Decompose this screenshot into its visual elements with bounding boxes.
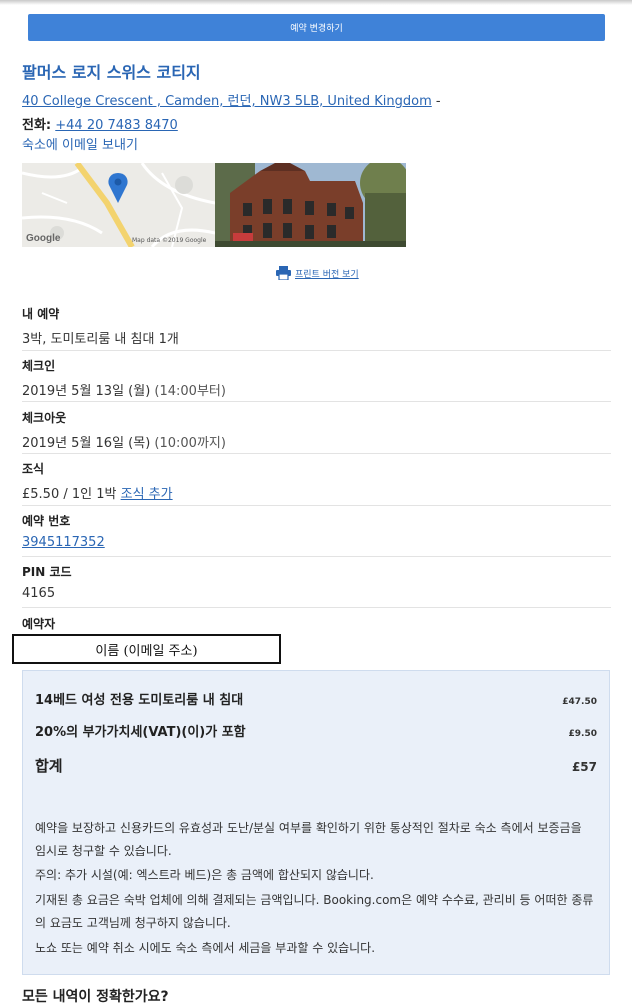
price-line: 14베드 여성 전용 도미토리룸 내 침대 £47.50: [35, 689, 597, 708]
location-map[interactable]: Google Map data ©2019 Google: [22, 163, 215, 247]
add-breakfast-link[interactable]: 조식 추가: [121, 487, 173, 502]
hotel-address: 40 College Crescent , Camden, 런던, NW3 5L…: [22, 90, 441, 109]
map-attribution: Map data ©2019 Google: [132, 237, 207, 244]
confirm-details-heading: 모든 내역이 정확한가요?: [22, 989, 169, 1005]
detail-label: 내 예약: [22, 307, 60, 321]
checkout-date: 2019년 5월 16일 (목): [22, 436, 151, 451]
extras-note: 주의: 추가 시설(예: 엑스트라 베드)은 총 금액에 합산되지 않습니다.: [35, 868, 374, 882]
detail-label: 예약 번호: [22, 514, 71, 528]
detail-my-booking: 내 예약 3박, 도미토리룸 내 침대 1개: [22, 305, 611, 351]
address-link[interactable]: 40 College Crescent , Camden, 런던, NW3 5L…: [22, 94, 432, 109]
total-amount: £57: [571, 760, 597, 774]
detail-value: 3945117352: [22, 535, 611, 550]
detail-value: 3박, 도미토리룸 내 침대 1개: [22, 332, 179, 347]
price-line: 20%의 부가가치세(VAT)(이)가 포함 £9.50: [35, 721, 597, 740]
price-line-label: 20%의 부가가치세(VAT)(이)가 포함: [35, 725, 246, 740]
detail-checkin: 체크인 2019년 5월 13일 (월) (14:00부터): [22, 357, 611, 402]
price-total: 합계 £57: [35, 755, 597, 776]
email-property-link[interactable]: 숙소에 이메일 보내기: [22, 134, 138, 153]
detail-value: £5.50 / 1인 1박 조식 추가: [22, 483, 611, 502]
detail-checkout: 체크아웃 2019년 5월 16일 (목) (10:00까지): [22, 409, 611, 454]
hotel-phone: 전화: +44 20 7483 8470: [22, 114, 178, 133]
address-suffix: -: [435, 94, 441, 109]
detail-value: 4165: [22, 586, 56, 601]
detail-booker: 예약자: [22, 615, 611, 633]
fees-note: 기재된 총 요금은 숙박 업체에 의해 결제되는 금액입니다. Booking.…: [35, 893, 594, 930]
print-version-label: 프린트 버전 보기: [295, 269, 359, 280]
detail-pin-code: PIN 코드 4165: [22, 563, 611, 608]
detail-value: 2019년 5월 13일 (월) (14:00부터): [22, 380, 611, 399]
price-line-amount: £47.50: [562, 697, 597, 707]
detail-breakfast: 조식 £5.50 / 1인 1박 조식 추가: [22, 460, 611, 506]
checkin-time: (14:00부터): [154, 384, 226, 399]
booking-number-link[interactable]: 3945117352: [22, 535, 105, 550]
detail-label: 예약자: [22, 617, 56, 631]
modify-booking-button[interactable]: 예약 변경하기: [28, 14, 605, 41]
total-label: 합계: [35, 757, 63, 775]
detail-booking-number: 예약 번호 3945117352: [22, 512, 611, 557]
top-shadow: [0, 0, 632, 5]
printer-icon: [276, 266, 291, 280]
detail-value: 2019년 5월 16일 (목) (10:00까지): [22, 432, 611, 451]
price-line-amount: £9.50: [568, 729, 597, 739]
detail-label: 조식: [22, 462, 45, 476]
phone-label: 전화:: [22, 118, 52, 133]
print-version-link[interactable]: 프린트 버전 보기: [276, 266, 359, 280]
phone-link[interactable]: +44 20 7483 8470: [55, 118, 178, 133]
detail-label: PIN 코드: [22, 565, 72, 579]
detail-label: 체크아웃: [22, 411, 67, 425]
hotel-name[interactable]: 팔머스 로지 스위스 코티지: [22, 59, 201, 83]
breakfast-price: £5.50 / 1인 1박: [22, 487, 117, 502]
checkin-date: 2019년 5월 13일 (월): [22, 384, 151, 399]
google-logo: Google: [26, 233, 61, 244]
deposit-note: 예약을 보장하고 신용카드의 유효성과 도난/분실 여부를 확인하기 위한 통상…: [35, 821, 582, 858]
hotel-photo[interactable]: [215, 163, 406, 247]
checkout-time: (10:00까지): [154, 436, 226, 451]
booker-name-redaction: 이름 (이메일 주소): [12, 634, 281, 664]
tax-note: 노쇼 또는 예약 취소 시에도 숙소 측에서 세금을 부과할 수 있습니다.: [35, 941, 376, 955]
price-line-label: 14베드 여성 전용 도미토리룸 내 침대: [35, 693, 244, 708]
price-summary: 14베드 여성 전용 도미토리룸 내 침대 £47.50 20%의 부가가치세(…: [22, 670, 610, 975]
detail-label: 체크인: [22, 359, 56, 373]
